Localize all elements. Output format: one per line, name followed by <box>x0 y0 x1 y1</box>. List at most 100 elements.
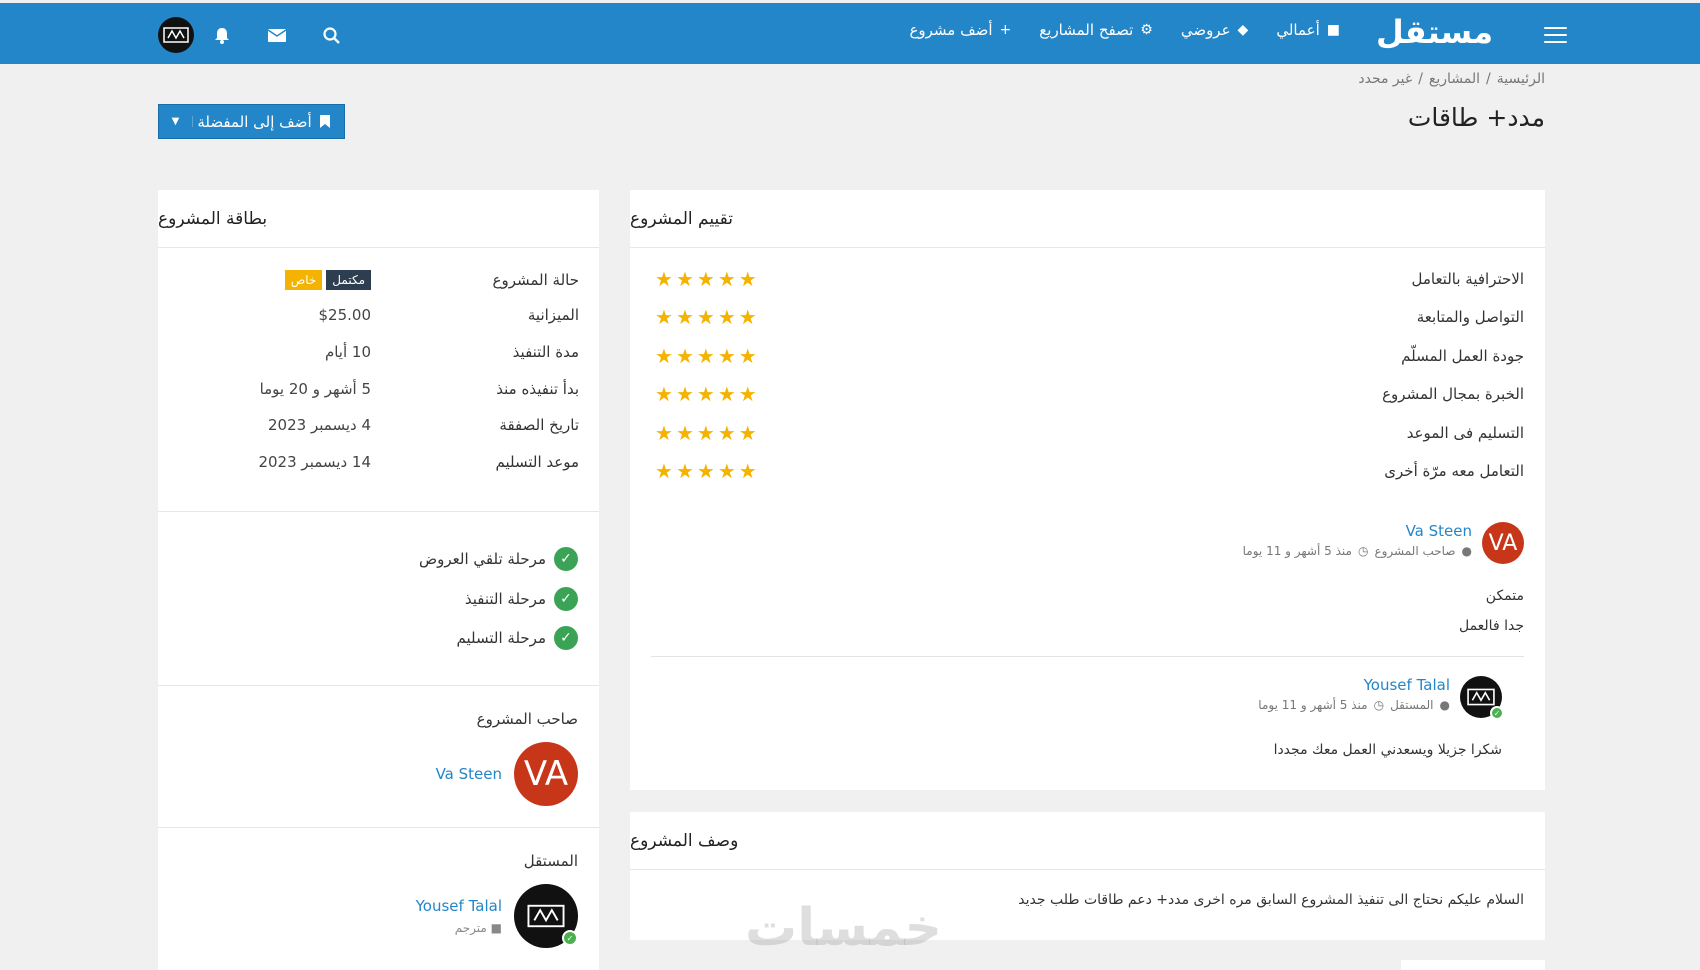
star-icon: ★ <box>696 344 715 368</box>
star-icon: ★ <box>655 267 673 291</box>
star-icon: ★ <box>655 421 673 445</box>
rating-row: الاحترافية بالتعامل ★ ★ ★ ★ ★ <box>655 260 1524 298</box>
breadcrumb-category: غير محدد <box>1358 71 1413 87</box>
star-rating: ★ ★ ★ ★ ★ <box>655 384 757 404</box>
status-label: حالة المشروع <box>492 271 579 289</box>
info-value: $25.00 <box>318 306 372 324</box>
rating-label: التعامل معه مرّة أخرى <box>1384 462 1524 480</box>
reply-role: المستقل <box>1390 698 1434 712</box>
breadcrumb-home[interactable]: الرئيسية <box>1497 71 1545 87</box>
freelancer-person-name[interactable]: Yousef Talal <box>416 897 502 915</box>
info-value: 4 ديسمبر 2023 <box>268 416 371 434</box>
envelope-icon[interactable] <box>249 28 304 42</box>
menu-icon[interactable] <box>1544 27 1567 44</box>
star-icon: ★ <box>717 344 736 368</box>
breadcrumb-projects[interactable]: المشاريع <box>1429 71 1480 87</box>
info-value: 10 أيام <box>324 343 371 361</box>
status-badges: مكتملخاص <box>281 270 371 290</box>
comment-divider <box>651 656 1524 657</box>
stage-item: ✓ مرحلة تلقي العروض <box>419 542 578 576</box>
comment-time: منذ 5 أشهر و 11 يوما <box>1242 544 1352 558</box>
owner-person: VA Va Steen <box>436 742 578 806</box>
clock-icon: ◷ <box>1373 698 1385 712</box>
briefcase-icon: ■ <box>490 921 502 935</box>
card-divider <box>158 511 599 512</box>
verified-icon: ✓ <box>562 930 578 946</box>
rating-row: التواصل والمتابعة ★ ★ ★ ★ ★ <box>655 298 1524 336</box>
star-icon: ★ <box>675 421 694 445</box>
freelancer-avatar-large[interactable]: ✓ <box>514 884 578 948</box>
info-label: مدة التنفيذ <box>512 343 579 361</box>
info-row: موعد التسليم 14 ديسمبر 2023 <box>188 447 579 477</box>
breadcrumb-separator: / <box>1418 71 1423 87</box>
caret-down-icon[interactable]: ▼ <box>159 116 193 127</box>
card-divider <box>158 685 599 686</box>
star-icon: ★ <box>675 344 694 368</box>
star-rating: ★ ★ ★ ★ ★ <box>655 346 757 366</box>
check-circle-icon: ✓ <box>554 547 578 571</box>
user-icon: ● <box>1439 698 1450 712</box>
star-icon: ★ <box>696 459 715 483</box>
description-title: وصف المشروع <box>630 830 739 851</box>
freelancer-reply: ✓ Yousef Talal ● المستقل ◷ منذ 5 أشهر و … <box>1258 676 1504 720</box>
page-title: مدد+ طاقات <box>1407 103 1545 132</box>
status-badge-private: خاص <box>284 270 323 290</box>
star-icon: ★ <box>655 382 673 406</box>
stage-label: مرحلة التسليم <box>456 629 546 647</box>
star-icon: ★ <box>655 344 673 368</box>
bookmark-icon <box>319 115 330 128</box>
check-circle-icon: ✓ <box>554 587 578 611</box>
nav-my-works[interactable]: ■ أعمالي <box>1276 21 1340 39</box>
description-text: السلام عليكم نحتاج الى تنفيذ المشروع الس… <box>1018 892 1524 908</box>
brand-logo[interactable]: مستقل <box>1376 13 1493 51</box>
nav-my-offers[interactable]: ◆ عروضي <box>1181 21 1249 39</box>
star-icon: ★ <box>717 382 736 406</box>
rating-row: جودة العمل المسلّم ★ ★ ★ ★ ★ <box>655 337 1524 375</box>
add-to-favorites-main[interactable]: أضف إلى المفضلة <box>193 113 344 131</box>
star-rating: ★ ★ ★ ★ ★ <box>655 423 757 443</box>
nav-add-project[interactable]: + أضف مشروع <box>909 21 1011 39</box>
owner-avatar-large[interactable]: VA <box>514 742 578 806</box>
cubes-icon: ⚙ <box>1140 22 1153 38</box>
status-badge-completed: مكتمل <box>326 270 371 290</box>
star-icon: ★ <box>738 344 757 368</box>
owner-person-name[interactable]: Va Steen <box>436 765 502 783</box>
freelancer-avatar[interactable]: ✓ <box>1460 676 1504 720</box>
add-to-favorites-button[interactable]: أضف إلى المفضلة ▼ <box>158 104 345 139</box>
rating-label: الاحترافية بالتعامل <box>1411 270 1524 288</box>
reply-time: منذ 5 أشهر و 11 يوما <box>1258 698 1368 712</box>
project-card: بطاقة المشروع حالة المشروع مكتملخاص المي… <box>158 190 599 970</box>
nav-browse-projects[interactable]: ⚙ تصفح المشاريع <box>1039 21 1153 39</box>
project-card-title: بطاقة المشروع <box>158 208 268 229</box>
star-icon: ★ <box>738 267 757 291</box>
info-value: 5 أشهر و 20 يوما <box>259 380 371 398</box>
rating-label: الخبرة بمجال المشروع <box>1382 385 1524 403</box>
owner-comment-line2: جدا فالعمل <box>1458 618 1524 634</box>
plus-icon: + <box>999 22 1012 38</box>
star-icon: ★ <box>675 267 694 291</box>
breadcrumb: الرئيسية / المشاريع / غير محدد <box>1358 71 1545 87</box>
user-avatar[interactable] <box>158 17 194 53</box>
comment-role: صاحب المشروع <box>1374 544 1456 558</box>
star-icon: ★ <box>696 267 715 291</box>
search-icon[interactable] <box>304 26 359 44</box>
info-row: تاريخ الصفقة 4 ديسمبر 2023 <box>188 410 579 440</box>
freelancer-reply-text: شكرا جزيلا ويسعدني العمل معك مجددا <box>1273 742 1502 758</box>
freelancer-section-title: المستقل <box>523 852 578 870</box>
freelancer-name[interactable]: Yousef Talal <box>1258 676 1450 694</box>
star-icon: ★ <box>738 459 757 483</box>
star-icon: ★ <box>696 421 715 445</box>
stage-item: ✓ مرحلة التسليم <box>457 621 578 655</box>
card-divider <box>158 827 599 828</box>
owner-name[interactable]: Va Steen <box>1243 522 1472 540</box>
nav-my-offers-label: عروضي <box>1180 21 1231 39</box>
nav-my-works-label: أعمالي <box>1276 21 1320 39</box>
owner-comment: VA Va Steen ● صاحب المشروع ◷ منذ 5 أشهر … <box>1243 522 1524 564</box>
bell-icon[interactable] <box>194 27 249 44</box>
star-icon: ★ <box>655 305 673 329</box>
freelancer-role: ■ مترجم <box>416 921 502 935</box>
project-card-header: بطاقة المشروع <box>158 190 599 248</box>
add-to-favorites-label: أضف إلى المفضلة <box>197 112 312 131</box>
owner-avatar[interactable]: VA <box>1482 522 1524 564</box>
star-rating: ★ ★ ★ ★ ★ <box>655 269 757 289</box>
